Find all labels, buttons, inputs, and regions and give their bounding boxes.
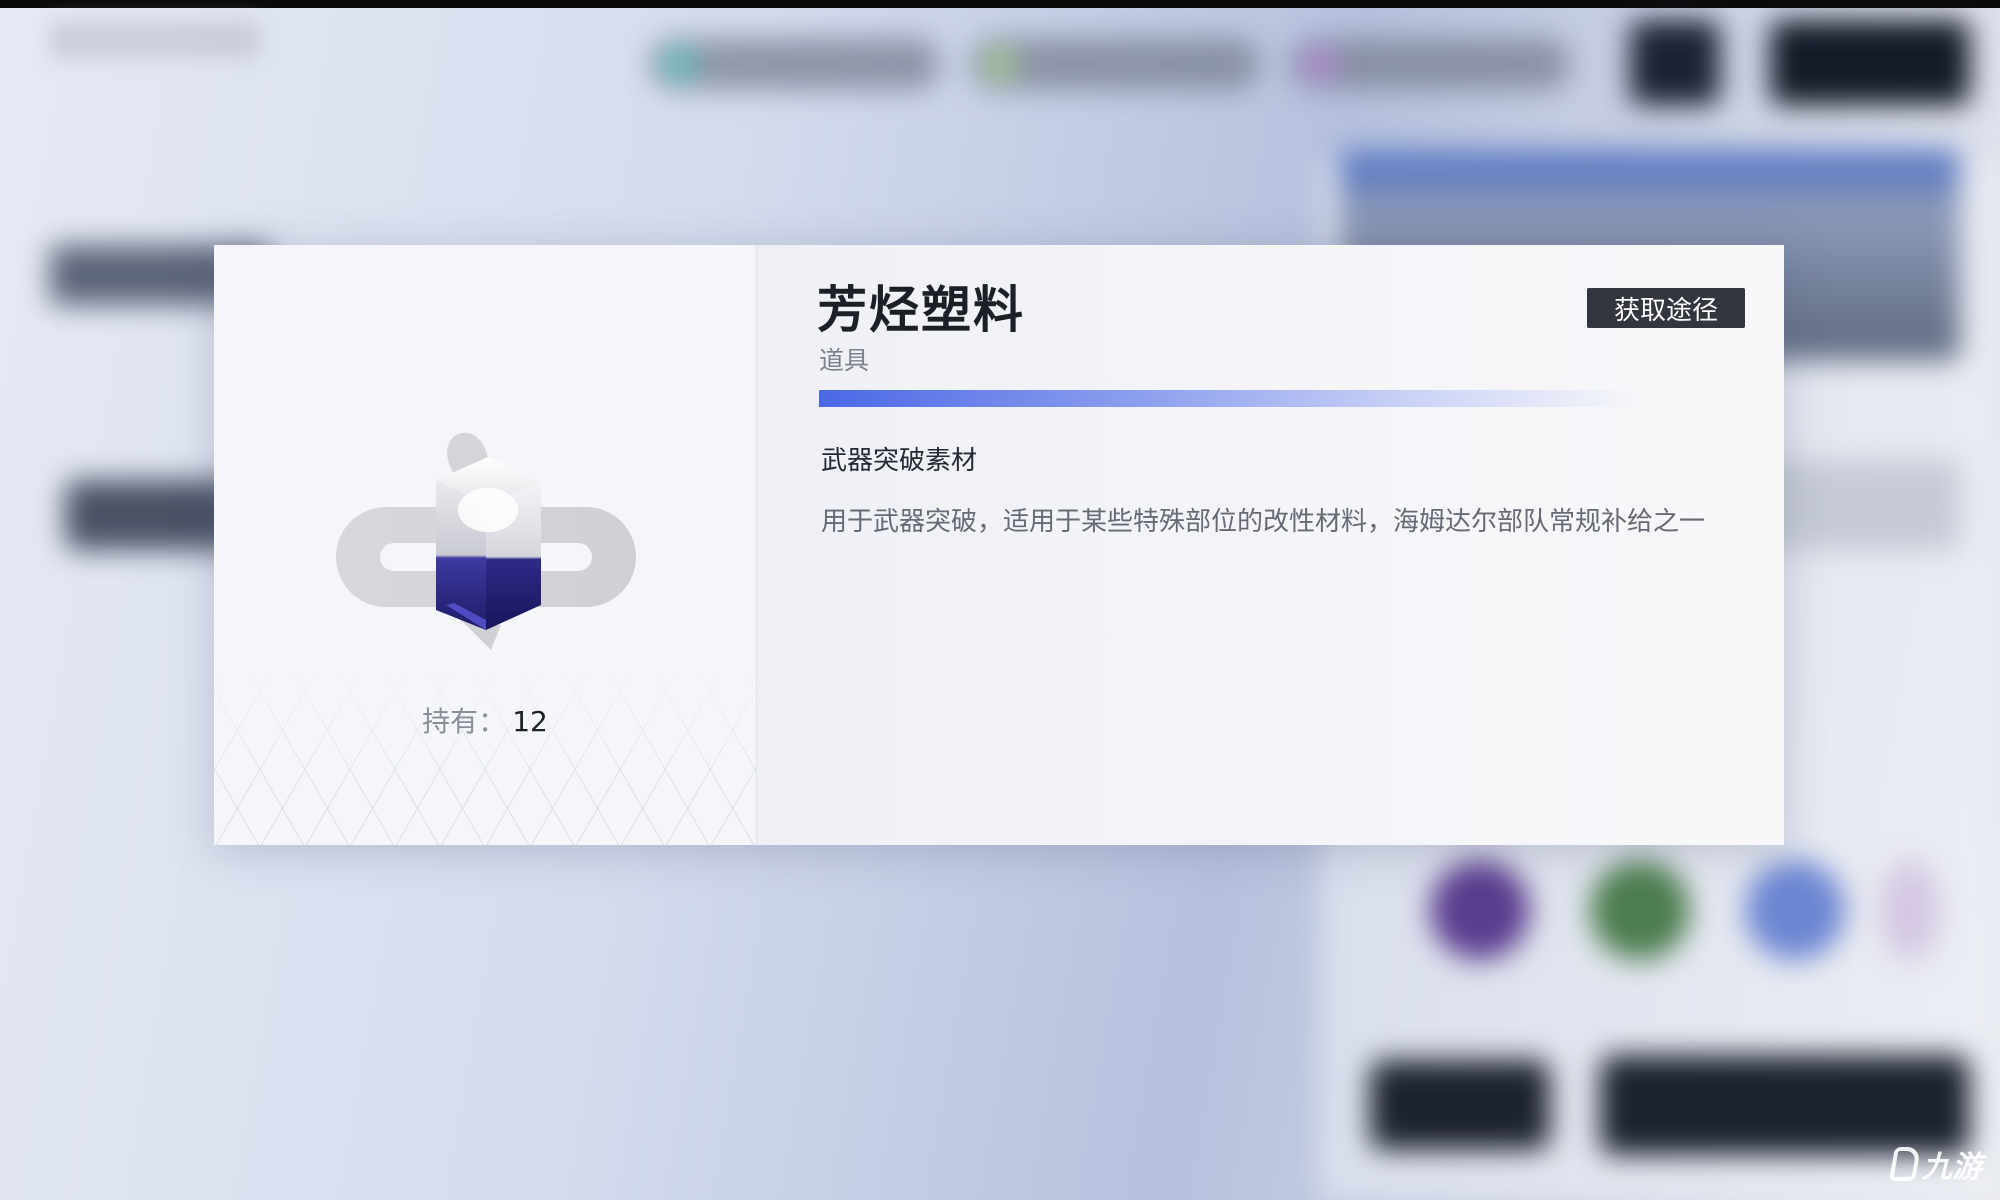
bg-currency-pill: [650, 38, 940, 90]
item-detail-card: 持有： 12 芳烃塑料 道具 获取途径 武器突破素材 用于武器突破，适用于某些特殊…: [214, 245, 1784, 845]
obtain-method-button[interactable]: 获取途径: [1587, 288, 1745, 328]
bg-currency-pill: [1290, 38, 1570, 90]
item-name: 芳烃塑料: [817, 281, 1025, 339]
bg-bottom-button: [1600, 1055, 1970, 1155]
bg-currency-pill: [970, 38, 1260, 90]
bg-item-icon: [1745, 860, 1845, 960]
translucent-cube-material-icon: [336, 432, 636, 650]
item-category: 武器突破素材: [821, 446, 978, 476]
watermark-text: 九游: [1922, 1150, 1982, 1185]
holdings-value: 12: [512, 705, 548, 738]
bg-bottom-button: [1370, 1060, 1550, 1150]
item-info-panel: 芳烃塑料 道具 获取途径 武器突破素材 用于武器突破，适用于某些特殊部位的改性材…: [756, 245, 1784, 845]
bg-menu-button: [1630, 20, 1720, 105]
holdings-label: 持有：: [422, 705, 507, 738]
top-edge-strip: [0, 0, 2000, 8]
bg-title-blur: [50, 22, 260, 58]
bg-item-icon: [1880, 860, 1940, 960]
item-preview-panel: 持有： 12: [214, 245, 756, 845]
item-type: 道具: [819, 346, 870, 375]
watermark: 九游: [1889, 1142, 1982, 1186]
bg-item-icon: [1590, 860, 1690, 960]
item-description: 用于武器突破，适用于某些特殊部位的改性材料，海姆达尔部队常规补给之一: [821, 507, 1706, 537]
diamond-pattern: [214, 665, 756, 845]
watermark-logo-icon: [1889, 1147, 1921, 1181]
bg-top-button: [1770, 20, 1970, 105]
accent-bar: [819, 390, 1637, 407]
holdings-count: 持有： 12: [214, 700, 756, 740]
bg-item-icon: [1430, 860, 1530, 960]
